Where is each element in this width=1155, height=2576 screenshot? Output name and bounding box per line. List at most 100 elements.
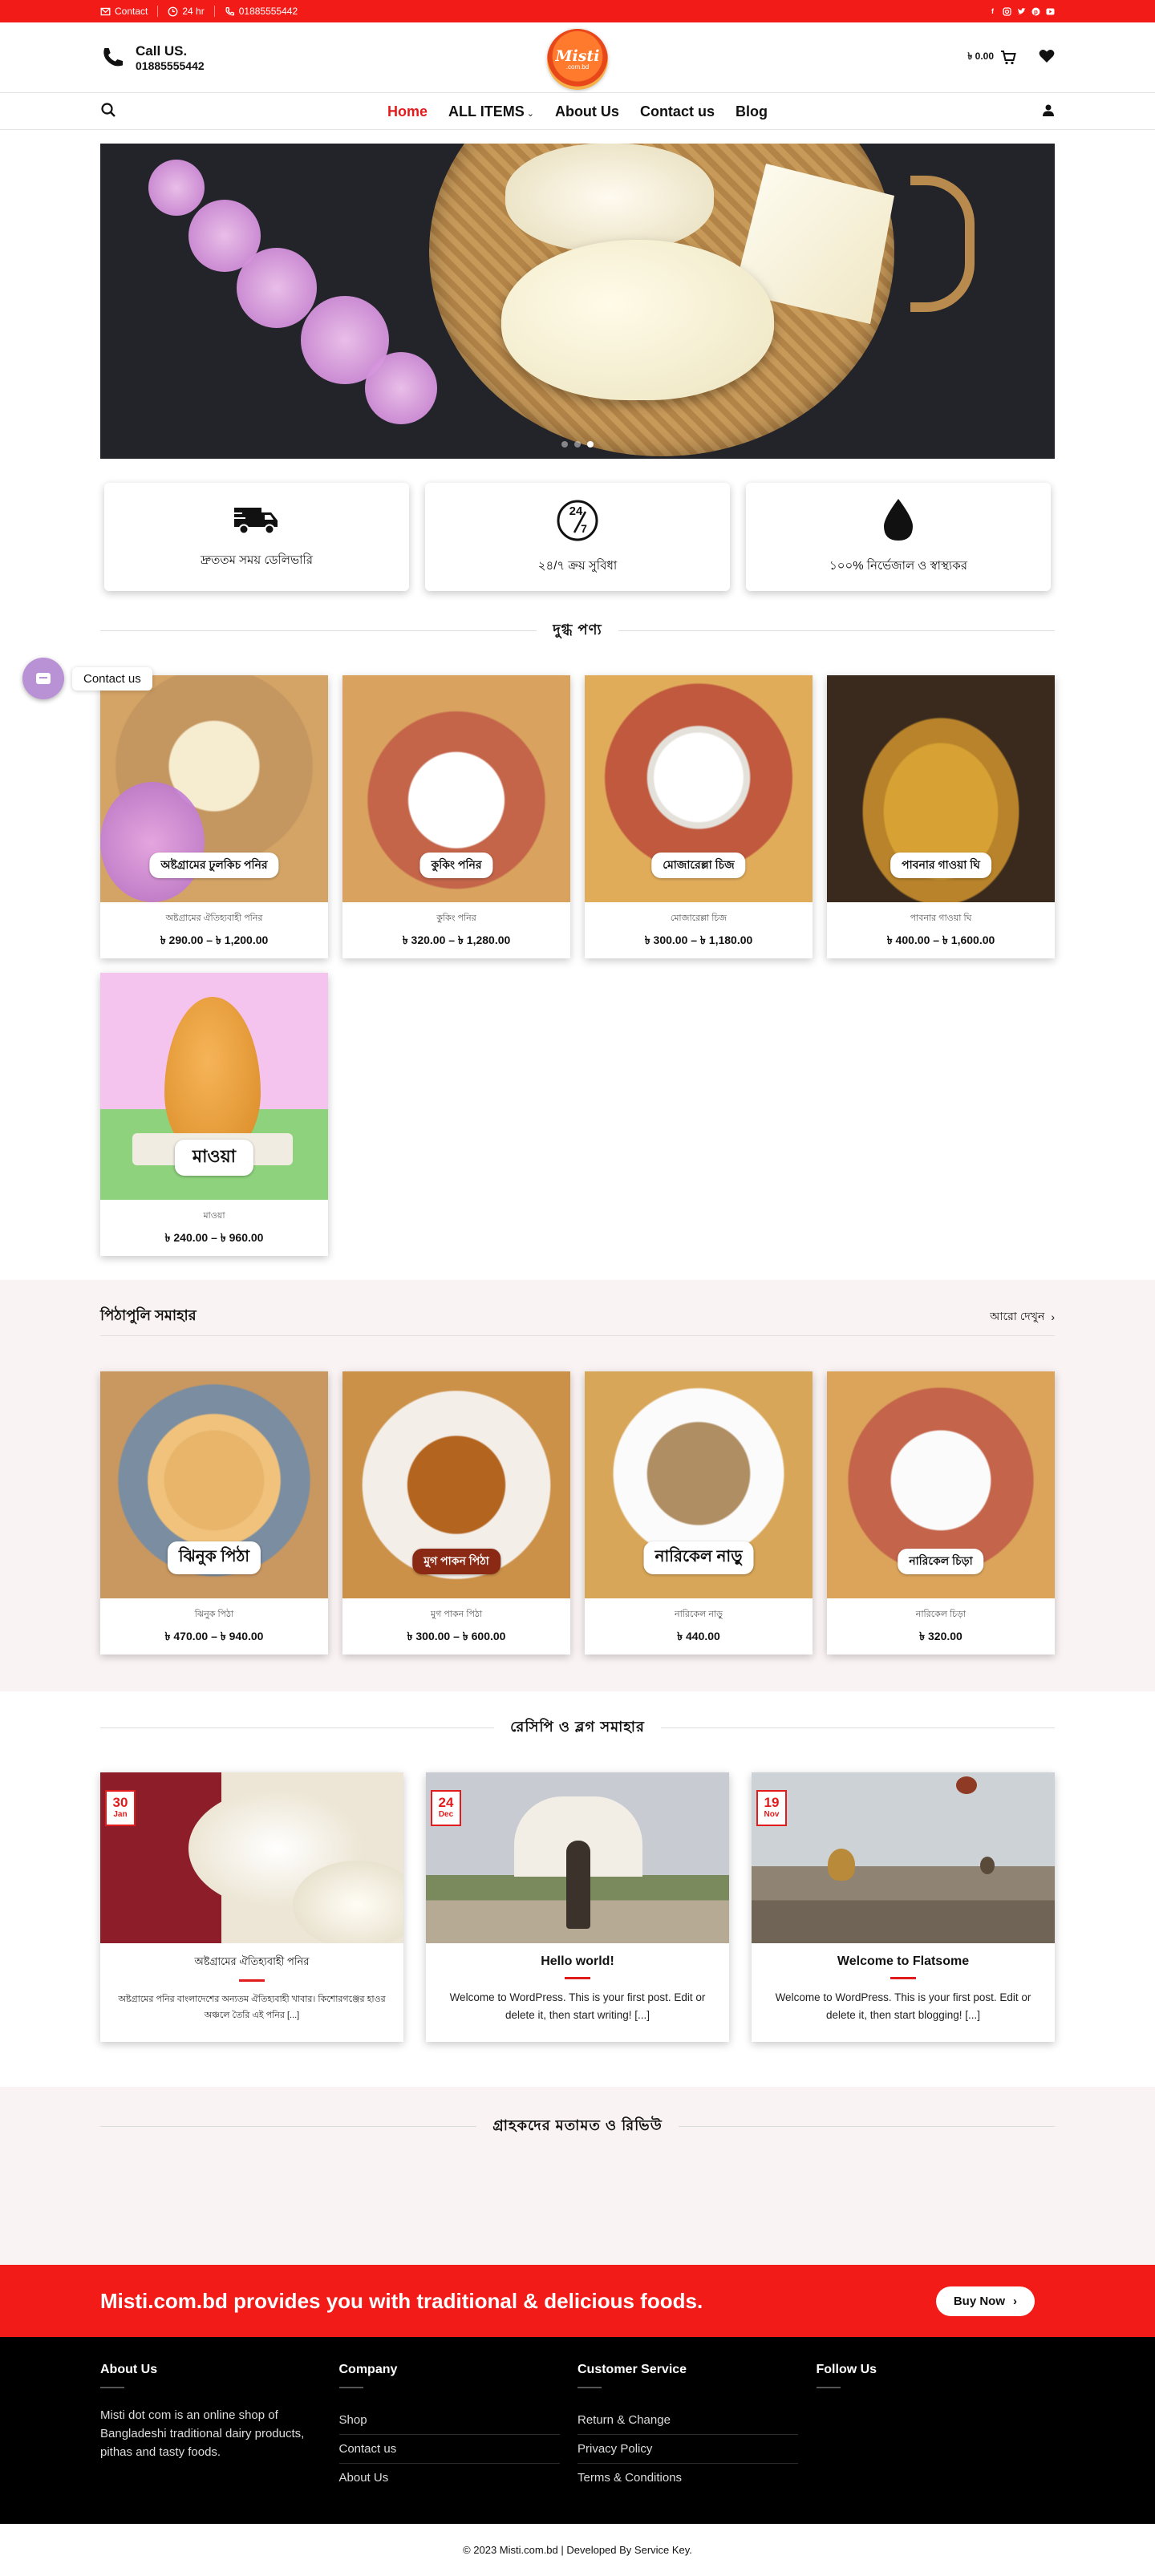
topbar-phone-link[interactable]: 01885555442 (225, 6, 298, 17)
feature-label: ২৪/৭ ক্রয় সুবিধা (537, 559, 618, 573)
facebook-icon[interactable]: f (988, 7, 997, 16)
nav-all-items[interactable]: ALL ITEMS ⌄ (448, 103, 534, 120)
product-image[interactable]: নারিকেল চিড়া (827, 1371, 1055, 1598)
topbar-contact-link[interactable]: Contact (100, 6, 148, 17)
call-us-block[interactable]: Call US. 01885555442 (100, 43, 205, 72)
section-title: পিঠাপুলি সমাহার (100, 1307, 197, 1323)
product-name[interactable]: কুকিং পনির (436, 911, 476, 926)
hero-slider[interactable] (100, 144, 1055, 459)
twitter-icon[interactable] (1017, 7, 1026, 16)
blog-post-image[interactable]: 30 Jan (100, 1772, 403, 1943)
post-divider (239, 1979, 265, 1982)
product-name[interactable]: নারিকেল চিড়া (916, 1607, 966, 1622)
post-divider (565, 1977, 590, 1979)
post-title[interactable]: অষ্টগ্রামের ঐতিহ্যবাহী পনির (115, 1954, 389, 1971)
divider (213, 6, 215, 17)
hero-image-cheese (501, 240, 774, 400)
cta-banner: Misti.com.bd provides you with tradition… (0, 2265, 1155, 2337)
product-image-tag: মুগ পাকন পিঠা (412, 1549, 500, 1574)
product-card[interactable]: অষ্টগ্রামের ঢুলকিচ পনির অষ্টগ্রামের ঐতিহ… (100, 675, 328, 958)
footer-heading: Follow Us (816, 2363, 877, 2376)
topbar-phone-label: 01885555442 (238, 6, 298, 17)
contact-us-label[interactable]: Contact us (72, 666, 152, 691)
blog-post-card[interactable]: 30 Jan অষ্টগ্রামের ঐতিহ্যবাহী পনির অষ্টগ… (100, 1772, 403, 2042)
product-image[interactable]: অষ্টগ্রামের ঢুলকিচ পনির (100, 675, 328, 902)
product-image[interactable]: মুগ পাকন পিঠা (342, 1371, 570, 1598)
footer-heading: Customer Service (578, 2363, 687, 2376)
user-account-icon[interactable] (1042, 103, 1055, 120)
section-title: গ্রাহকদের মতামত ও রিভিউ (492, 2117, 663, 2133)
youtube-icon[interactable] (1046, 7, 1055, 16)
footer-link-about-us[interactable]: About Us (339, 2464, 560, 2492)
product-name[interactable]: নারিকেল নাড়ু (675, 1607, 723, 1622)
cart-button[interactable]: ৳ 0.00 (967, 50, 1016, 66)
nav-blog[interactable]: Blog (736, 103, 768, 120)
see-more-link[interactable]: আরো দেখুন › (990, 1307, 1055, 1326)
envelope-icon (100, 7, 111, 15)
product-name[interactable]: মাওয়া (203, 1209, 225, 1224)
product-image[interactable]: কুকিং পনির (342, 675, 570, 902)
footer-link-privacy-policy[interactable]: Privacy Policy (578, 2435, 798, 2464)
footer-link-contact-us[interactable]: Contact us (338, 2435, 560, 2464)
footer-link-shop[interactable]: Shop (338, 2406, 560, 2435)
post-excerpt: Welcome to WordPress. This is your first… (775, 1991, 1031, 2021)
product-card[interactable]: মোজারেল্লা চিজ মোজারেল্লা চিজ ৳ 300.00 –… (585, 675, 813, 958)
wishlist-heart-icon[interactable] (1039, 49, 1055, 67)
product-image[interactable]: মোজারেল্লা চিজ (585, 675, 813, 902)
post-title[interactable]: Hello world! (440, 1954, 715, 1969)
product-card[interactable]: নারিকেল চিড়া নারিকেল চিড়া ৳ 320.00 (827, 1371, 1055, 1655)
product-image-tag: অষ্টগ্রামের ঢুলকিচ পনির (149, 853, 279, 878)
product-name[interactable]: অষ্টগ্রামের ঐতিহ্যবাহী পনির (166, 911, 263, 926)
product-card[interactable]: নারিকেল নাড়ু নারিকেল নাড়ু ৳ 440.00 (585, 1371, 813, 1655)
footer-link-return-change[interactable]: Return & Change (578, 2406, 798, 2435)
footer-heading-bar (338, 2387, 363, 2388)
product-image[interactable]: পাবনার গাওয়া ঘি (827, 675, 1055, 902)
product-card[interactable]: মাওয়া মাওয়া ৳ 240.00 – ৳ 960.00 (100, 973, 328, 1256)
slider-dot[interactable] (574, 441, 581, 448)
product-card[interactable]: মুগ পাকন পিঠা মুগ পাকন পিঠা ৳ 300.00 – ৳… (342, 1371, 570, 1655)
post-divider (890, 1977, 916, 1979)
header: Call US. 01885555442 Misti .com.bd ৳ 0.0… (0, 22, 1155, 93)
nav-about-us[interactable]: About Us (555, 103, 619, 120)
nav-contact-us[interactable]: Contact us (640, 103, 715, 120)
topbar-contact-label: Contact (115, 6, 148, 17)
footer-heading-bar (816, 2387, 841, 2388)
topbar-hours: 24 hr (168, 6, 205, 17)
call-number: 01885555442 (136, 59, 205, 72)
slider-dot-active[interactable] (587, 441, 594, 448)
buy-now-label: Buy Now (953, 2294, 1005, 2308)
site-logo[interactable]: Misti .com.bd (547, 29, 608, 90)
post-date-day: 19 (764, 1795, 780, 1810)
blog-post-image[interactable]: 19 Nov (752, 1772, 1055, 1943)
product-card[interactable]: পাবনার গাওয়া ঘি পাবনার গাওয়া ঘি ৳ 400.… (827, 675, 1055, 958)
product-name[interactable]: মোজারেল্লা চিজ (671, 911, 727, 926)
product-name[interactable]: মুগ পাকন পিঠা (431, 1607, 482, 1622)
product-name[interactable]: পাবনার গাওয়া ঘি (910, 911, 972, 926)
slider-dot[interactable] (561, 441, 568, 448)
post-excerpt: অষ্টগ্রামের পনির বাংলাদেশের অন্যতম ঐতিহ্… (118, 1995, 386, 2020)
product-image[interactable]: নারিকেল নাড়ু (585, 1371, 813, 1598)
logo-subtext: .com.bd (565, 63, 590, 71)
section-title: রেসিপি ও ব্লগ সমাহার (510, 1719, 645, 1735)
post-title[interactable]: Welcome to Flatsome (766, 1954, 1040, 1969)
blog-post-image[interactable]: 24 Dec (426, 1772, 729, 1943)
blog-post-card[interactable]: 24 Dec Hello world! Welcome to WordPress… (426, 1772, 729, 2042)
chevron-down-icon: ⌄ (526, 108, 534, 119)
search-icon[interactable] (100, 102, 116, 122)
buy-now-button[interactable]: Buy Now › (935, 2286, 1035, 2316)
svg-text:p: p (1034, 8, 1038, 15)
instagram-icon[interactable] (1003, 6, 1011, 16)
product-card[interactable]: কুকিং পনির কুকিং পনির ৳ 320.00 – ৳ 1,280… (342, 675, 570, 958)
chat-icon[interactable] (22, 658, 64, 699)
nav-home[interactable]: Home (387, 103, 428, 120)
product-image[interactable]: ঝিনুক পিঠা (100, 1371, 328, 1598)
footer-link-terms[interactable]: Terms & Conditions (578, 2464, 798, 2492)
footer-follow-column: Follow Us (816, 2363, 1056, 2492)
footer-about-text: Misti dot com is an online shop of Bangl… (100, 2408, 305, 2459)
floating-contact-widget[interactable]: Contact us (22, 658, 152, 699)
product-card[interactable]: ঝিনুক পিঠা ঝিনুক পিঠা ৳ 470.00 – ৳ 940.0… (100, 1371, 328, 1655)
pinterest-icon[interactable]: p (1031, 7, 1040, 16)
product-image[interactable]: মাওয়া (100, 973, 328, 1200)
blog-post-card[interactable]: 19 Nov Welcome to Flatsome Welcome to Wo… (752, 1772, 1055, 2042)
product-name[interactable]: ঝিনুক পিঠা (195, 1607, 233, 1622)
